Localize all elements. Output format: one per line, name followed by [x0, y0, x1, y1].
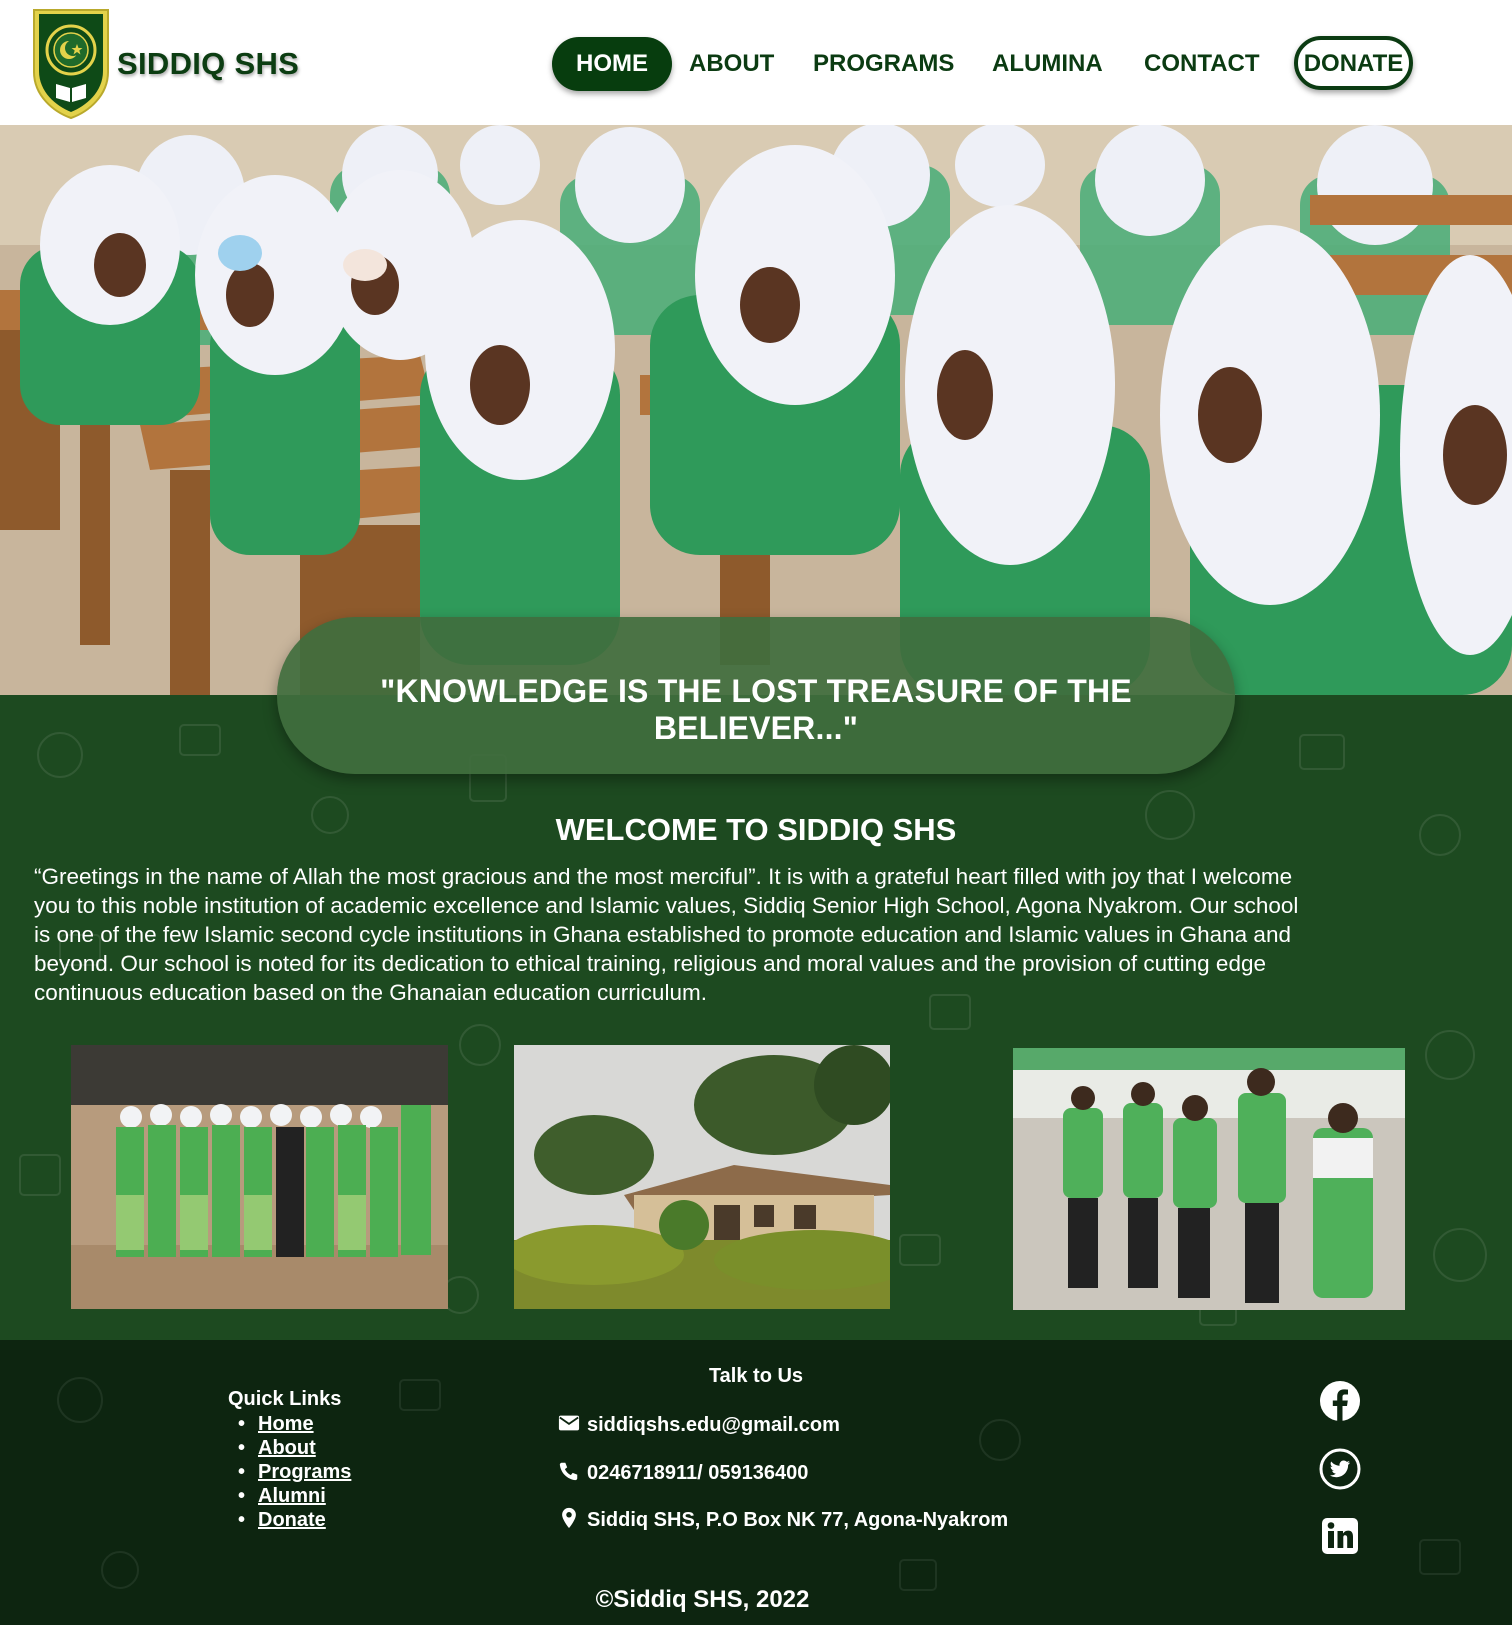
welcome-heading: WELCOME TO SIDDIQ SHS [555, 812, 957, 847]
nav-programs-link[interactable]: PROGRAMS [813, 37, 954, 91]
mail-icon [558, 1415, 580, 1431]
footer-link-home[interactable]: Home [258, 1413, 314, 1435]
list-item: Donate [238, 1508, 351, 1532]
quick-links-list: Home About Programs Alumni Donate [238, 1412, 351, 1532]
welcome-paragraph: “Greetings in the name of Allah the most… [34, 864, 1299, 1005]
copyright-text: ©Siddiq SHS, 2022 [595, 1586, 810, 1613]
school-building-photo [514, 1045, 890, 1309]
nav-home-link[interactable]: HOME [552, 37, 672, 91]
twitter-icon[interactable] [1318, 1447, 1362, 1491]
contact-address: Siddiq SHS, P.O Box NK 77, Agona-Nyakrom [587, 1509, 1009, 1531]
site-footer: Quick Links Home About Programs Alumni D… [0, 1340, 1512, 1625]
footer-link-programs[interactable]: Programs [258, 1461, 351, 1483]
quote-text: "KNOWLEDGE IS THE LOST TREASURE OF THE B… [380, 673, 1132, 746]
contact-email[interactable]: siddiqshs.edu@gmail.com [587, 1414, 840, 1437]
location-pin-icon [562, 1507, 576, 1529]
list-item: Programs [238, 1460, 351, 1484]
main-nav: HOME ABOUT PROGRAMS ALUMINA CONTACT DONA… [0, 36, 1512, 93]
students-group-photo [71, 1045, 448, 1309]
quick-links-heading: Quick Links [228, 1388, 342, 1410]
footer-link-alumni[interactable]: Alumni [258, 1485, 326, 1507]
facebook-icon[interactable] [1318, 1379, 1362, 1423]
footer-link-donate[interactable]: Donate [258, 1509, 326, 1531]
linkedin-icon[interactable] [1318, 1514, 1362, 1558]
footer-link-about[interactable]: About [258, 1437, 316, 1459]
nav-contact-link[interactable]: CONTACT [1144, 37, 1260, 91]
site-header: SIDDIQ SHS HOME ABOUT PROGRAMS ALUMINA C… [0, 0, 1512, 125]
students-dancing-photo [1013, 1048, 1405, 1310]
list-item: About [238, 1436, 351, 1460]
nav-about-link[interactable]: ABOUT [689, 37, 774, 91]
nav-alumina-link[interactable]: ALUMINA [992, 37, 1103, 91]
contact-phone[interactable]: 0246718911/ 059136400 [587, 1462, 808, 1485]
nav-donate-button[interactable]: DONATE [1294, 36, 1413, 90]
list-item: Home [238, 1412, 351, 1436]
talk-to-us-heading: Talk to Us [708, 1365, 804, 1387]
hero-classroom-photo [0, 125, 1512, 695]
phone-icon [559, 1462, 578, 1481]
list-item: Alumni [238, 1484, 351, 1508]
